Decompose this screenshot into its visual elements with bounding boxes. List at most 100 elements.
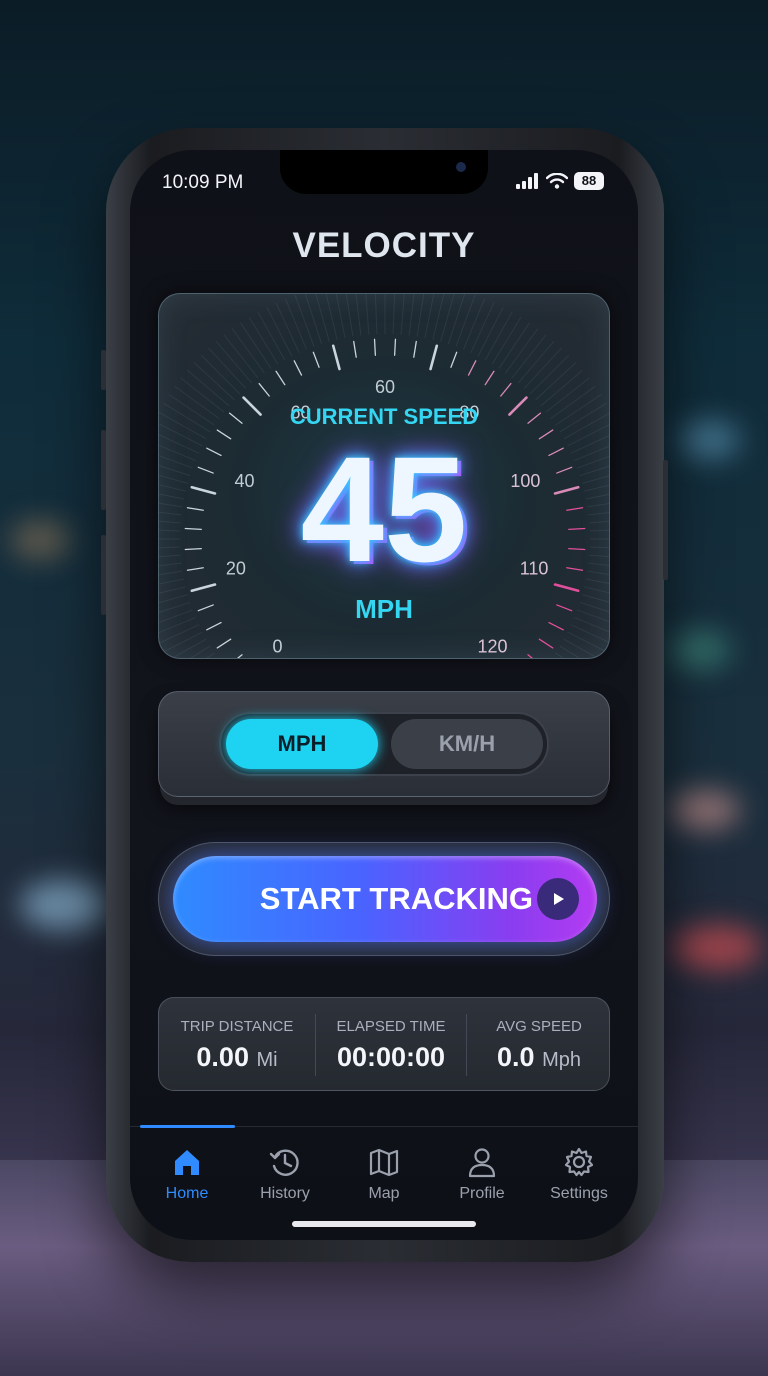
home-indicator: [292, 1221, 476, 1227]
home-icon: [175, 1150, 199, 1175]
gauge-major-tick: [331, 344, 341, 371]
start-tracking-label: START TRACKING: [259, 881, 533, 916]
profile-icon: [468, 1148, 496, 1178]
gauge-minor-tick: [450, 351, 458, 368]
nav-label: History: [260, 1185, 310, 1202]
gauge-minor-tick: [353, 340, 357, 358]
gauge-minor-tick: [484, 370, 495, 386]
phone-side-button: [663, 460, 668, 580]
gauge-texture-line: [470, 302, 495, 354]
background-light: [672, 925, 762, 970]
gauge-tick-label: 0: [273, 636, 283, 656]
gauge-minor-tick: [467, 360, 477, 376]
gauge-minor-tick: [500, 382, 512, 397]
stat-trip-distance: TRIP DISTANCE 0.00 Mi: [159, 998, 315, 1092]
start-tracking-button[interactable]: START TRACKING: [173, 856, 597, 942]
gauge-minor-tick: [527, 654, 533, 658]
gauge-minor-tick: [237, 654, 243, 658]
gauge-minor-tick: [538, 638, 554, 649]
gauge-minor-tick: [275, 370, 286, 386]
gauge-texture-line: [440, 294, 455, 342]
stat-value: 00:00:00: [316, 1042, 466, 1073]
nav-label: Map: [368, 1185, 400, 1202]
speedometer-card: 0 20 40 60 60 80 100 110 120 CURRENT SPEED 45 MP…: [158, 293, 610, 659]
gauge-major-tick: [190, 583, 217, 593]
camera-dot: [456, 162, 466, 172]
gauge-minor-tick: [393, 338, 397, 356]
stat-label: AVG SPEED: [496, 1018, 582, 1035]
gauge-texture-line: [477, 307, 504, 357]
settings-icon: [564, 1147, 594, 1177]
gauge-texture-line: [304, 294, 323, 345]
gauge-texture-line: [365, 294, 370, 335]
nav-item-profile[interactable]: Profile: [433, 1145, 531, 1203]
nav-item-history[interactable]: History: [236, 1145, 334, 1203]
stat-unit: Mph: [542, 1049, 581, 1071]
stat-value: 0.00 Mi: [159, 1042, 315, 1073]
gauge-minor-tick: [312, 351, 320, 368]
gauge-texture-line: [424, 294, 435, 339]
stat-label: ELAPSED TIME: [336, 1018, 446, 1035]
gauge-texture-line: [294, 294, 315, 347]
gauge-texture-line: [355, 294, 362, 336]
stat-number: 0.00: [196, 1042, 249, 1072]
nav-item-map[interactable]: Map: [335, 1145, 433, 1203]
gauge-texture-line: [462, 298, 485, 350]
stat-number: 0.0: [497, 1042, 535, 1072]
notch: [280, 150, 488, 194]
gauge-minor-tick: [413, 340, 417, 358]
stat-label: TRIP DISTANCE: [180, 1018, 294, 1035]
nav-label: Home: [165, 1185, 209, 1202]
unit-option-kmh[interactable]: KM/H: [391, 719, 543, 769]
gauge-texture-line: [345, 294, 354, 337]
gauge-texture-line: [392, 294, 396, 335]
gauge-texture-line: [416, 294, 425, 337]
current-speed-value: 45: [300, 425, 468, 593]
unit-toggle: MPH KM/H: [219, 712, 549, 776]
phone-side-button: [101, 430, 106, 510]
stat-value: 0.0 Mph: [467, 1042, 611, 1073]
speed-unit-label: MPH: [355, 594, 413, 624]
gauge-tick-label: 120: [477, 636, 507, 656]
status-time: 10:09 PM: [162, 172, 244, 193]
gauge-minor-tick: [293, 360, 303, 376]
stat-unit: Mi: [256, 1049, 278, 1071]
gauge-texture-line: [408, 294, 415, 336]
phone-side-button: [101, 535, 106, 615]
signal-icon: [516, 173, 538, 189]
nav-label: Profile: [459, 1185, 505, 1202]
stat-elapsed-time: ELAPSED TIME 00:00:00: [316, 998, 466, 1092]
gauge-texture-line: [335, 294, 346, 339]
map-icon: [369, 1148, 399, 1177]
trip-stats-card: TRIP DISTANCE 0.00 Mi ELAPSED TIME 00:00…: [158, 997, 610, 1091]
gauge-texture-line: [432, 294, 445, 340]
status-icons: 88: [516, 172, 604, 190]
gauge-tick-label: 60: [375, 377, 395, 397]
start-tracking-container: START TRACKING: [158, 842, 610, 956]
gauge-major-tick: [553, 583, 580, 593]
unit-option-mph[interactable]: MPH: [226, 719, 378, 769]
bottom-nav: Home History Map Profile Settings: [130, 1125, 638, 1240]
wifi-icon: [546, 173, 568, 189]
nav-item-home[interactable]: Home: [138, 1145, 236, 1203]
background-light: [680, 420, 740, 460]
background-light: [670, 630, 730, 670]
nav-item-settings[interactable]: Settings: [530, 1145, 628, 1203]
nav-label: Settings: [550, 1185, 608, 1202]
gauge-texture-line: [374, 294, 378, 335]
background-light: [10, 520, 70, 560]
stat-avg-speed: AVG SPEED 0.0 Mph: [467, 998, 611, 1092]
gauge-minor-tick: [258, 382, 270, 397]
background-light: [670, 790, 740, 830]
gauge-minor-tick: [216, 638, 232, 649]
gauge-texture-line: [266, 307, 293, 357]
play-icon: [537, 878, 579, 920]
gauge-texture-line: [325, 294, 338, 340]
phone-side-button: [101, 350, 106, 390]
stat-number: 00:00:00: [336, 1042, 446, 1072]
background-light: [20, 880, 110, 930]
phone-screen: 10:09 PM 88 VELOCITY 0 20 40 60 60 80 100 110 12…: [130, 150, 638, 1240]
gauge-major-tick: [429, 344, 439, 371]
gauge-texture-line: [447, 294, 466, 345]
app-title: VELOCITY: [292, 226, 476, 265]
